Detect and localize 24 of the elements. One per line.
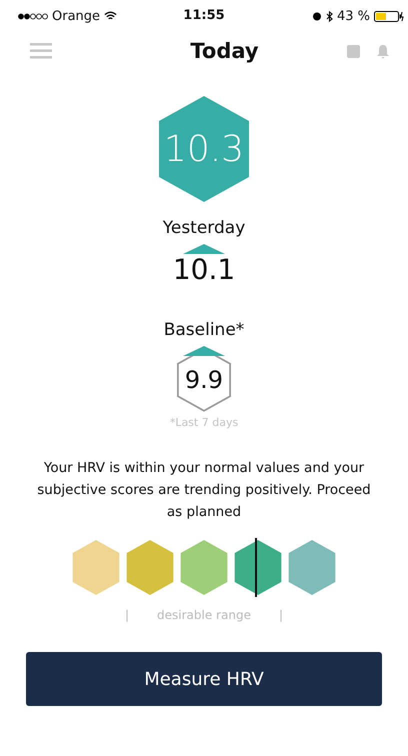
today-score: 10.3 bbox=[164, 128, 244, 170]
carrier-name: Orange bbox=[52, 8, 100, 24]
alarm-icon bbox=[312, 11, 322, 21]
clock: 11:55 bbox=[183, 8, 225, 23]
bluetooth-icon bbox=[326, 10, 333, 22]
battery-percent: 43 % bbox=[336, 8, 370, 24]
baseline-label: Baseline* bbox=[164, 320, 244, 340]
bell-icon[interactable] bbox=[376, 44, 390, 58]
range-bracket: | bbox=[278, 608, 283, 622]
status-message: Your HRV is within your normal values and your subjective scores are trending positively. Proceed as planned bbox=[36, 459, 372, 522]
baseline-note: *Last 7 days bbox=[170, 416, 238, 429]
yesterday-label: Yesterday bbox=[162, 218, 246, 238]
measure-button[interactable]: Measure HRV bbox=[26, 652, 382, 706]
menu-icon[interactable] bbox=[30, 43, 52, 59]
wifi-icon bbox=[104, 11, 118, 21]
signal-icon bbox=[18, 12, 48, 20]
scale-marker bbox=[255, 538, 257, 597]
square-icon[interactable] bbox=[347, 44, 360, 58]
battery-icon bbox=[374, 10, 404, 22]
page-title: Today bbox=[190, 39, 259, 63]
range-bracket: | bbox=[124, 608, 130, 622]
yesterday-score: 10.1 bbox=[172, 254, 236, 286]
baseline-score: 9.9 bbox=[184, 366, 224, 394]
range-label: desirable range bbox=[157, 608, 251, 622]
